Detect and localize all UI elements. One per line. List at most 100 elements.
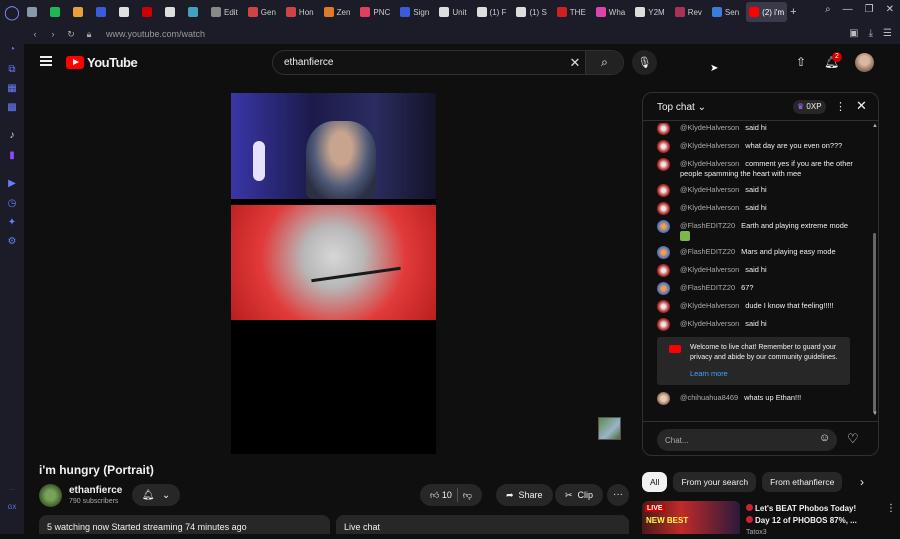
chat-author[interactable]: @FlashEDITZ20 bbox=[680, 247, 735, 256]
browser-tab[interactable]: Zen bbox=[321, 2, 354, 22]
workspaces-icon[interactable]: ⧉ bbox=[6, 64, 18, 76]
chat-message[interactable]: @KlydeHalverson what day are you even on?… bbox=[643, 140, 872, 153]
chat-input[interactable]: Chat... bbox=[657, 429, 837, 451]
url-field[interactable]: www.youtube.com/watch bbox=[106, 29, 205, 39]
xp-badge[interactable]: ♛ 0XP bbox=[793, 100, 826, 114]
channel-name[interactable]: ethanfierce bbox=[69, 485, 122, 496]
history-icon[interactable]: ◷ bbox=[6, 198, 18, 210]
search-tabs-icon[interactable]: ⌕ bbox=[825, 4, 831, 15]
chat-avatar[interactable] bbox=[657, 246, 670, 260]
chat-message[interactable]: @KlydeHalverson said hi bbox=[643, 318, 872, 332]
chat-author[interactable]: @KlydeHalverson bbox=[680, 319, 739, 328]
chat-message[interactable]: @chihuahua8469 whats up Ethan!!! bbox=[643, 392, 872, 406]
search-input[interactable]: ethanfierce bbox=[284, 57, 565, 68]
chat-message[interactable]: @KlydeHalverson said hi bbox=[643, 264, 872, 278]
chat-avatar[interactable] bbox=[657, 220, 670, 233]
opera-logo-icon[interactable]: ◯ bbox=[0, 0, 24, 24]
chat-avatar[interactable] bbox=[657, 140, 670, 153]
chat-author[interactable]: @KlydeHalverson bbox=[680, 123, 739, 132]
rec-channel[interactable]: Tatox3 bbox=[746, 527, 866, 539]
chat-avatar[interactable] bbox=[657, 123, 670, 135]
back-icon[interactable]: ‹ bbox=[28, 29, 42, 39]
rec-thumbnail[interactable]: LIVE NEW BEST bbox=[642, 501, 740, 534]
chat-message[interactable]: @FlashEDITZ20 Mars and playing easy mode bbox=[643, 246, 872, 260]
browser-tab[interactable]: Sign bbox=[397, 2, 432, 22]
heart-icon[interactable]: ♡ bbox=[847, 431, 859, 447]
chat-messages[interactable]: @KlydeHalverson said hi @KlydeHalverson wha… bbox=[643, 123, 872, 419]
chat-message[interactable]: @KlydeHalverson dude I know that feeling!… bbox=[643, 300, 872, 314]
upload-icon[interactable]: ⇧ bbox=[796, 55, 806, 69]
filter-chip[interactable]: From ethanfierce bbox=[762, 472, 843, 492]
browser-tab[interactable]: Rev bbox=[672, 2, 705, 22]
browser-tab[interactable] bbox=[116, 2, 135, 22]
share-button[interactable]: ➦ Share bbox=[496, 484, 553, 506]
messenger-icon[interactable]: ▩ bbox=[6, 102, 18, 114]
chat-author[interactable]: @KlydeHalverson bbox=[680, 203, 739, 212]
youtube-logo[interactable]: YouTube bbox=[66, 55, 138, 70]
chat-author[interactable]: @FlashEDITZ20 bbox=[680, 221, 735, 230]
emoji-icon[interactable]: ☺ bbox=[819, 432, 830, 444]
subscription-bell-button[interactable]: 🔔︎ ⌄ bbox=[132, 484, 180, 506]
chat-author[interactable]: @chihuahua8469 bbox=[680, 393, 738, 402]
chat-message[interactable]: @KlydeHalverson said hi bbox=[643, 123, 872, 135]
browser-tab[interactable] bbox=[47, 2, 66, 22]
clear-search-icon[interactable]: ✕ bbox=[565, 55, 585, 71]
chat-author[interactable]: @KlydeHalverson bbox=[680, 159, 739, 168]
browser-tab[interactable]: Y2M bbox=[632, 2, 667, 22]
chat-avatar[interactable] bbox=[657, 264, 670, 278]
pinboard-icon[interactable]: ▦ bbox=[6, 83, 18, 95]
browser-tab[interactable] bbox=[185, 2, 204, 22]
browser-tab[interactable]: PNC bbox=[357, 2, 393, 22]
browser-tab[interactable]: (1) S bbox=[513, 2, 549, 22]
close-window-icon[interactable]: ✕ bbox=[886, 4, 894, 15]
reload-icon[interactable]: ↻ bbox=[64, 29, 78, 40]
extensions-icon[interactable]: ✦ bbox=[6, 217, 18, 229]
chat-message[interactable]: @KlydeHalverson said hi bbox=[643, 202, 872, 215]
chat-avatar[interactable] bbox=[657, 184, 670, 197]
chat-avatar[interactable] bbox=[657, 202, 670, 215]
chat-message[interactable]: @KlydeHalverson said hi bbox=[643, 184, 872, 197]
tiktok-icon[interactable]: ♪ bbox=[6, 130, 18, 142]
scroll-up-icon[interactable]: ▲ bbox=[872, 123, 878, 129]
browser-tab[interactable]: Gen bbox=[245, 2, 279, 22]
filter-chip[interactable]: From your search bbox=[673, 472, 757, 492]
voice-search-button[interactable]: 🎙︎ bbox=[632, 50, 657, 75]
browser-tab[interactable]: Hon bbox=[283, 2, 317, 22]
like-button[interactable]: 👍︎ 10 bbox=[430, 490, 452, 501]
filter-chip[interactable]: All bbox=[642, 472, 668, 492]
forward-icon[interactable]: › bbox=[46, 29, 60, 39]
chat-avatar[interactable] bbox=[657, 158, 670, 171]
rec-more-icon[interactable]: ⋮ bbox=[886, 503, 896, 514]
close-chat-icon[interactable]: ✕ bbox=[856, 98, 867, 114]
chat-avatar[interactable] bbox=[657, 282, 670, 296]
scroll-down-icon[interactable]: ▼ bbox=[872, 411, 878, 417]
live-chat-toggle[interactable]: Live chat bbox=[336, 515, 629, 534]
chat-avatar[interactable] bbox=[657, 318, 670, 332]
dislike-button[interactable]: 👎︎ bbox=[463, 490, 472, 501]
browser-tab[interactable]: Wha bbox=[593, 2, 628, 22]
menu-icon[interactable] bbox=[40, 56, 52, 66]
download-icon[interactable]: ⤓ bbox=[869, 28, 873, 39]
more-actions-button[interactable]: ··· bbox=[607, 484, 629, 506]
browser-tab[interactable]: Sen bbox=[709, 2, 742, 22]
player-icon[interactable]: ▶ bbox=[6, 178, 18, 190]
browser-tab[interactable] bbox=[70, 2, 89, 22]
description-stats[interactable]: 5 watching now Started streaming 74 minu… bbox=[39, 515, 330, 534]
browser-tab[interactable] bbox=[93, 2, 112, 22]
video-player[interactable] bbox=[231, 93, 436, 454]
twitch-icon[interactable]: ▮ bbox=[6, 150, 18, 162]
more-icon[interactable]: ··· bbox=[6, 484, 18, 496]
chat-message[interactable]: @FlashEDITZ20 67? bbox=[643, 282, 872, 296]
chat-author[interactable]: @KlydeHalverson bbox=[680, 141, 739, 150]
browser-tab[interactable] bbox=[162, 2, 181, 22]
recommended-video[interactable]: LIVE NEW BEST Let's BEAT Phobos Today! D… bbox=[642, 501, 900, 536]
learn-more-link[interactable]: Learn more bbox=[690, 369, 842, 379]
chat-message[interactable]: @KlydeHalverson comment yes if you are th… bbox=[643, 158, 872, 179]
browser-tab[interactable]: (2) i'm bbox=[746, 2, 788, 22]
browser-tab[interactable]: THE bbox=[554, 2, 589, 22]
chat-author[interactable]: @KlydeHalverson bbox=[680, 265, 739, 274]
aria-icon[interactable]: ◔ bbox=[6, 44, 18, 56]
new-tab-button[interactable]: + bbox=[787, 2, 799, 22]
wallet-icon[interactable]: ▣ bbox=[849, 28, 858, 39]
browser-tab[interactable]: Unit bbox=[436, 2, 469, 22]
